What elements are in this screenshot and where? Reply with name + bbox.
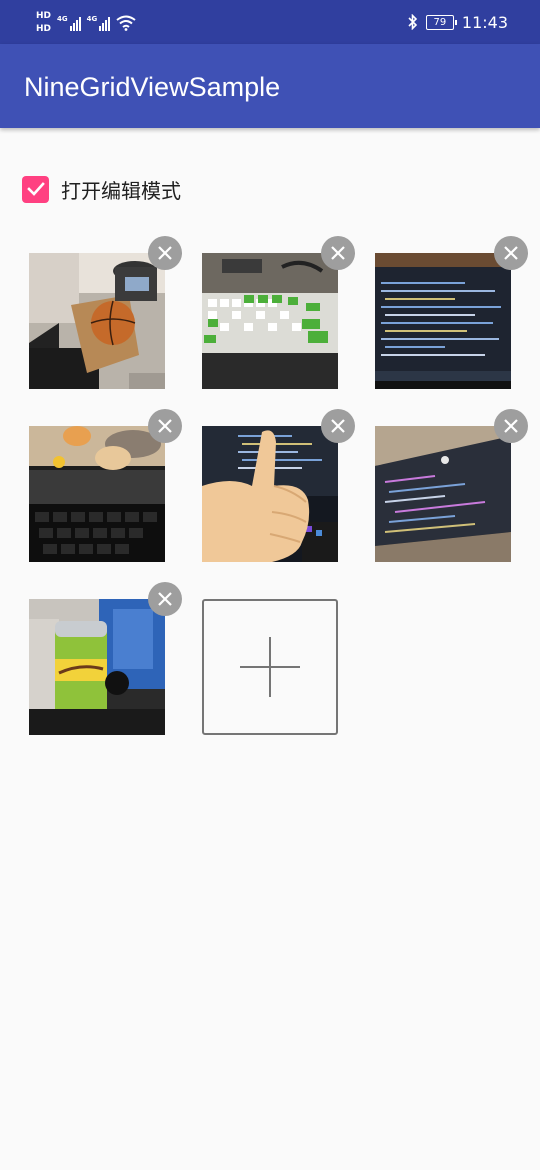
grid-item[interactable]: [375, 409, 528, 562]
grid-item[interactable]: [29, 409, 182, 562]
photo-thumbs-up[interactable]: [202, 426, 338, 562]
photo-monitor-code[interactable]: [375, 253, 511, 389]
edit-mode-toggle[interactable]: 打开编辑模式: [22, 174, 181, 204]
network-type-1: 4G: [57, 15, 68, 23]
grid-item[interactable]: [202, 236, 355, 389]
photo-desk-keyboard-toys[interactable]: [29, 426, 165, 562]
delete-button[interactable]: [148, 409, 182, 443]
delete-button[interactable]: [321, 236, 355, 270]
close-icon: [504, 419, 518, 433]
plus-icon: [240, 637, 300, 697]
check-icon: [26, 182, 45, 196]
close-icon: [504, 246, 518, 260]
battery-icon: 79: [425, 14, 457, 30]
status-bar: HD HD 4G 4G 79 11:43: [0, 0, 540, 44]
network-type-2: 4G: [86, 15, 98, 23]
close-icon: [158, 419, 172, 433]
grid-item[interactable]: [29, 582, 182, 735]
photo-green-keyboard[interactable]: [202, 253, 338, 389]
hd-label-2: HD: [36, 24, 52, 34]
delete-button[interactable]: [148, 236, 182, 270]
bluetooth-icon: [408, 14, 418, 30]
grid-item[interactable]: [202, 409, 355, 562]
status-right: 79 11:43: [408, 10, 508, 34]
hd-icon: HD HD: [36, 10, 51, 36]
close-icon: [158, 246, 172, 260]
clock: 11:43: [461, 12, 508, 32]
photo-basketball-bin[interactable]: [29, 253, 165, 389]
edit-mode-label[interactable]: 打开编辑模式: [61, 175, 181, 204]
close-icon: [158, 592, 172, 606]
close-icon: [331, 419, 345, 433]
delete-button[interactable]: [321, 409, 355, 443]
edit-mode-checkbox[interactable]: [22, 175, 49, 203]
delete-button[interactable]: [494, 236, 528, 270]
photo-schweppes-can[interactable]: [29, 599, 165, 735]
signal-icon-2: 4G: [87, 15, 111, 31]
signal-icon: 4G: [57, 15, 81, 31]
photo-monitor-code-angle[interactable]: [375, 426, 511, 562]
delete-button[interactable]: [494, 409, 528, 443]
app-bar: NineGridViewSample: [0, 44, 540, 128]
grid-item[interactable]: [29, 236, 182, 389]
app-title: NineGridViewSample: [24, 72, 281, 102]
close-icon: [331, 246, 345, 260]
wifi-icon: [116, 15, 136, 31]
status-left: HD HD 4G 4G: [36, 8, 136, 38]
grid-item[interactable]: [375, 236, 528, 389]
hd-label-1: HD: [36, 11, 52, 21]
delete-button[interactable]: [148, 582, 182, 616]
add-photo-button[interactable]: [202, 599, 338, 735]
battery-level: 79: [433, 16, 447, 28]
